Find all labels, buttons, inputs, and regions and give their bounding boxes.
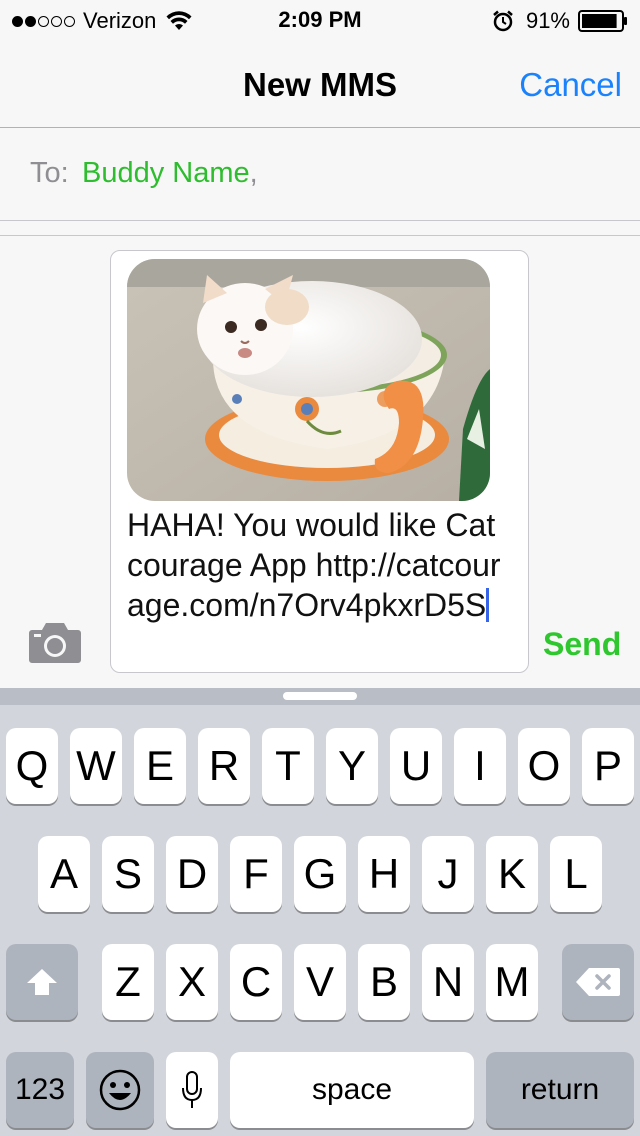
divider [0, 235, 640, 236]
to-label: To: [30, 157, 69, 189]
key-u[interactable]: U [390, 728, 442, 804]
message-input[interactable]: HAHA! You would like Catcourage App http… [110, 250, 529, 673]
key-v[interactable]: V [294, 944, 346, 1020]
key-d[interactable]: D [166, 836, 218, 912]
cancel-button[interactable]: Cancel [519, 66, 622, 104]
recipient-chip[interactable]: Buddy Name, [82, 157, 258, 190]
status-bar: Verizon 2:09 PM 91% [0, 0, 640, 40]
key-t[interactable]: T [262, 728, 314, 804]
text-cursor [486, 588, 490, 622]
numbers-key[interactable]: 123 [6, 1052, 74, 1128]
key-f[interactable]: F [230, 836, 282, 912]
key-j[interactable]: J [422, 836, 474, 912]
shift-key[interactable] [6, 944, 78, 1020]
status-right: 91% [492, 8, 628, 34]
keyboard-drag-handle[interactable] [283, 692, 357, 700]
key-s[interactable]: S [102, 836, 154, 912]
key-e[interactable]: E [134, 728, 186, 804]
battery-percentage: 91% [525, 8, 570, 33]
key-r[interactable]: R [198, 728, 250, 804]
emoji-key[interactable] [86, 1052, 154, 1128]
emoji-icon [99, 1069, 141, 1111]
key-i[interactable]: I [454, 728, 506, 804]
send-button[interactable]: Send [543, 626, 621, 663]
key-y[interactable]: Y [326, 728, 378, 804]
camera-icon[interactable] [28, 620, 82, 664]
alarm-clock-icon [493, 10, 513, 32]
key-g[interactable]: G [294, 836, 346, 912]
battery-icon [578, 10, 627, 32]
key-h[interactable]: H [358, 836, 410, 912]
key-w[interactable]: W [70, 728, 122, 804]
dictation-key[interactable] [166, 1052, 218, 1128]
microphone-icon [182, 1071, 202, 1108]
message-body: HAHA! You would like Catcourage App http… [127, 507, 501, 623]
key-z[interactable]: Z [102, 944, 154, 1020]
key-b[interactable]: B [358, 944, 410, 1020]
key-a[interactable]: A [38, 836, 90, 912]
recipient-separator: , [249, 157, 258, 189]
key-l[interactable]: L [550, 836, 602, 912]
key-c[interactable]: C [230, 944, 282, 1020]
nav-bar: New MMS Cancel [0, 40, 640, 128]
key-o[interactable]: O [518, 728, 570, 804]
image-attachment[interactable] [127, 259, 490, 501]
key-n[interactable]: N [422, 944, 474, 1020]
message-text: HAHA! You would like Catcourage App http… [127, 505, 507, 625]
key-p[interactable]: P [582, 728, 634, 804]
key-q[interactable]: Q [6, 728, 58, 804]
return-key[interactable]: return [486, 1052, 634, 1128]
shift-arrow-icon [27, 969, 57, 995]
key-m[interactable]: M [486, 944, 538, 1020]
recipient-name: Buddy Name [82, 157, 250, 189]
key-k[interactable]: K [486, 836, 538, 912]
recipient-field[interactable]: To: Buddy Name, [0, 129, 640, 221]
space-key[interactable]: space [230, 1052, 474, 1128]
delete-key[interactable] [562, 944, 634, 1020]
key-x[interactable]: X [166, 944, 218, 1020]
cat-teacup-photo [127, 259, 490, 501]
backspace-icon [576, 968, 620, 996]
keyboard: QWERTYUIOP ASDFGHJKL ZXCVBNM 123 space r… [0, 688, 640, 1136]
